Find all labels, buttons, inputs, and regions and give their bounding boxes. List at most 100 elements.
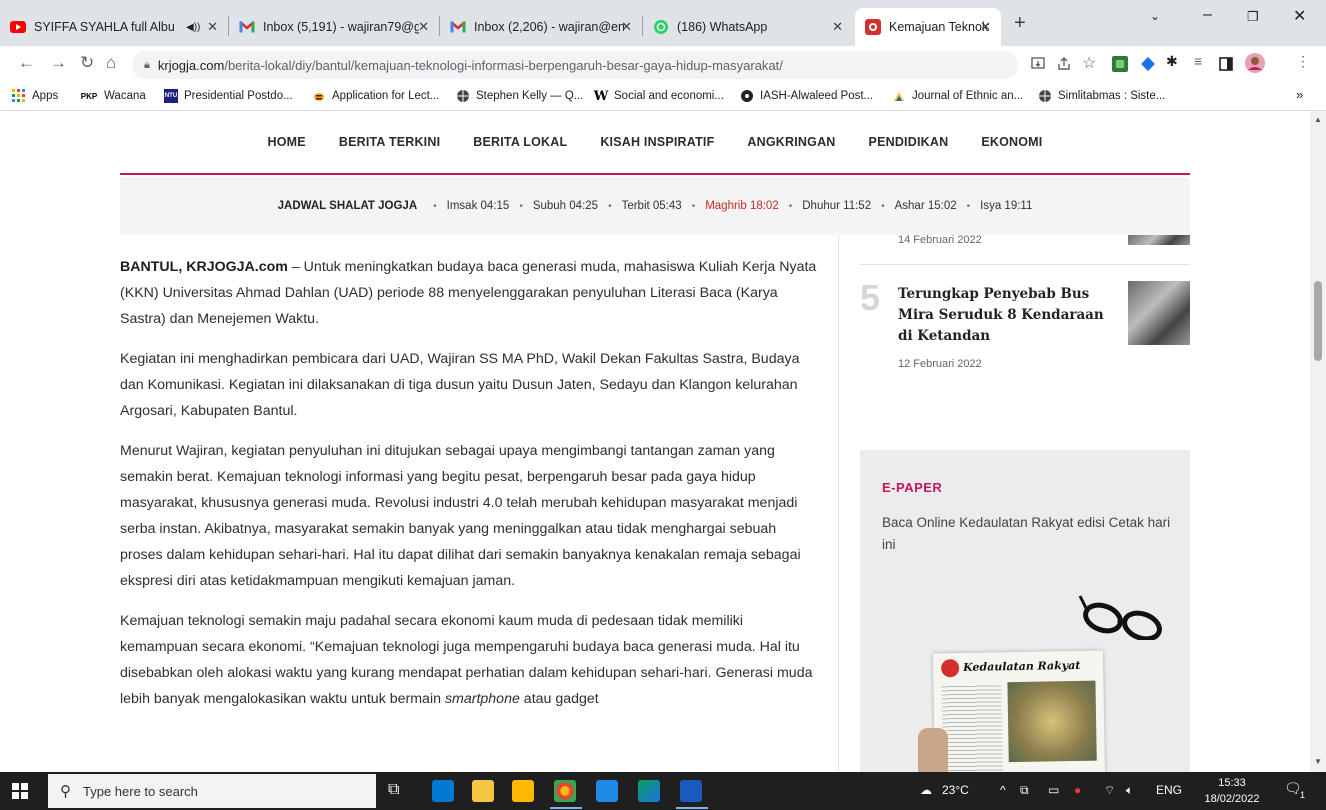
nav-berita-lokal[interactable]: BERITA LOKAL [473,135,567,149]
reload-icon[interactable]: ↻ [80,53,94,73]
tab-gmail-1[interactable]: Inbox (5,191) - wajiran79@g ✕ [229,8,439,46]
extension-sheets-icon[interactable] [1112,56,1128,72]
bookmark-simlitabmas[interactable]: Simlitabmas : Siste... [1038,89,1165,103]
page-scrollbar[interactable]: ▲ ▼ [1310,111,1326,772]
nav-kisah-inspiratif[interactable]: KISAH INSPIRATIF [600,135,714,149]
lock-icon[interactable]: 🔒︎ [144,59,150,72]
wifi-icon[interactable]: ⌔ [1104,783,1115,798]
popular-item-thumbnail[interactable] [1128,281,1190,345]
pkp-icon: PKP [80,91,98,101]
prayer-time: Terbit 05:43 [621,200,682,212]
new-tab-button[interactable]: + [1014,12,1026,35]
file-explorer-icon[interactable] [472,780,494,802]
prayer-time: Imsak 04:15 [446,200,510,212]
extension-diamond-icon[interactable] [1140,56,1156,72]
close-tab-icon[interactable]: ✕ [207,19,218,35]
windows-start-icon[interactable] [12,783,28,804]
clock-time: 15:33 [1218,777,1246,789]
bookmarks-bar: Apps PKP Wacana NTU Presidential Postdo.… [0,82,1326,111]
chrome-icon[interactable] [554,780,576,802]
apps-grid-icon [12,89,26,103]
youtube-icon [10,19,26,35]
profile-avatar-icon[interactable] [1244,52,1266,74]
tray-alert-icon[interactable]: ● [1074,783,1081,797]
sidebar-separator [860,264,1190,265]
audio-icon[interactable]: ◀)) [186,22,200,33]
store-app-icon[interactable] [512,780,534,802]
bookmark-iash[interactable]: IASH-Alwaleed Post... [740,89,873,103]
bullet: • [433,200,437,212]
restore-icon[interactable]: ❐ [1247,9,1259,25]
wikipedia-icon: W [593,88,609,104]
side-panel-icon[interactable] [1218,56,1234,72]
window-close-icon[interactable]: ✕ [1293,6,1306,26]
share-icon[interactable] [1056,56,1072,72]
clock[interactable]: 15:33 18/02/2022 [1202,775,1262,807]
install-app-icon[interactable] [1030,56,1046,72]
bookmark-application[interactable]: Application for Lect... [312,89,439,103]
scroll-down-icon[interactable]: ▼ [1314,757,1322,766]
prayer-time: Isya 19:11 [980,200,1033,212]
weather-temp[interactable]: 23°C [942,783,969,797]
active-app-indicator [550,807,582,809]
epaper-description[interactable]: Baca Online Kedaulatan Rakyat edisi Ceta… [882,512,1172,556]
bookmark-star-icon[interactable]: ☆ [1082,53,1098,72]
nav-home[interactable]: HOME [268,135,306,149]
newspaper-masthead: Kedaulatan Rakyat [963,658,1081,674]
tab-gmail-2[interactable]: Inbox (2,206) - wajiran@enli ✕ [440,8,642,46]
nav-ekonomi[interactable]: EKONOMI [981,135,1042,149]
address-bar[interactable]: 🔒︎ krjogja.com/berita-lokal/diy/bantul/k… [132,51,1018,79]
url-path: /berita-lokal/diy/bantul/kemajuan-teknol… [224,57,783,73]
close-tab-icon[interactable]: ✕ [418,19,429,35]
tray-chevron-icon[interactable]: ^ [1000,783,1006,797]
word-icon[interactable] [680,780,702,802]
bookmark-journal[interactable]: Journal of Ethnic an... [892,89,1023,103]
article-paragraph: Menurut Wajiran, kegiatan penyuluhan ini… [120,443,801,589]
back-icon[interactable]: ← [18,53,35,73]
nav-angkringan[interactable]: ANGKRINGAN [747,135,835,149]
close-tab-icon[interactable]: ✕ [621,19,632,35]
home-icon[interactable]: ⌂ [106,53,116,73]
popular-item-title[interactable]: Terungkap Penyebab Bus Mira Seruduk 8 Ke… [898,284,1118,347]
extensions-puzzle-icon[interactable]: ✱ [1166,53,1182,69]
close-tab-icon[interactable]: ✕ [832,19,843,35]
task-view-icon[interactable]: ⧉ [388,781,410,803]
bee-icon [312,89,326,103]
newspaper-logo-icon [940,659,960,678]
language-indicator[interactable]: ENG [1156,783,1182,797]
menu-kebab-icon[interactable]: ⋮ [1296,53,1312,69]
bookmark-presidential[interactable]: NTU Presidential Postdo... [164,89,293,103]
edge-icon[interactable] [638,780,660,802]
weather-icon[interactable]: ☁ [920,783,932,797]
bookmarks-overflow-button[interactable]: » [1296,87,1303,102]
tab-search-icon[interactable]: ⌄ [1150,9,1160,23]
newspaper-image[interactable]: Kedaulatan Rakyat [932,650,1106,772]
bookmark-social-economi[interactable]: W Social and economi... [593,88,724,104]
reading-list-icon[interactable]: ≡ [1194,53,1210,69]
mail-app-icon[interactable] [432,780,454,802]
nav-pendidikan[interactable]: PENDIDIKAN [869,135,949,149]
article-body: BANTUL, KRJOGJA.com – Untuk meningkatkan… [120,254,820,726]
prayer-time: Ashar 15:02 [894,200,957,212]
nav-berita-terkini[interactable]: BERITA TERKINI [339,135,440,149]
tray-network-app-icon[interactable]: ▭ [1048,783,1059,797]
volume-icon[interactable]: 🔈︎ [1126,783,1133,798]
tab-youtube[interactable]: SYIFFA SYAHLA full Albu ◀)) ✕ [0,8,228,46]
prayer-schedule: JADWAL SHALAT JOGJA • Imsak 04:15 • Subu… [120,177,1190,235]
tab-krjogja[interactable]: Kemajuan Teknologi Informa ✕ [855,8,1001,46]
scroll-up-icon[interactable]: ▲ [1314,115,1322,124]
download-app-icon[interactable] [596,780,618,802]
prev-item-thumbnail[interactable] [1128,235,1190,245]
bullet: • [966,200,971,212]
bookmark-wacana[interactable]: PKP Wacana [80,89,146,103]
bookmark-apps[interactable]: Apps [12,89,58,103]
tray-app-icon[interactable]: ⧉ [1020,783,1029,798]
forward-icon[interactable]: → [50,53,67,73]
close-tab-icon[interactable]: ✕ [980,19,991,35]
taskbar-search-box[interactable]: ⚲ Type here to search [48,774,376,808]
journal-icon [892,89,906,103]
tab-whatsapp[interactable]: (186) WhatsApp ✕ [643,8,853,46]
minimize-icon[interactable]: – [1203,6,1212,24]
bookmark-stephen-kelly[interactable]: Stephen Kelly — Q... [456,89,583,103]
scrollbar-thumb[interactable] [1314,281,1322,361]
